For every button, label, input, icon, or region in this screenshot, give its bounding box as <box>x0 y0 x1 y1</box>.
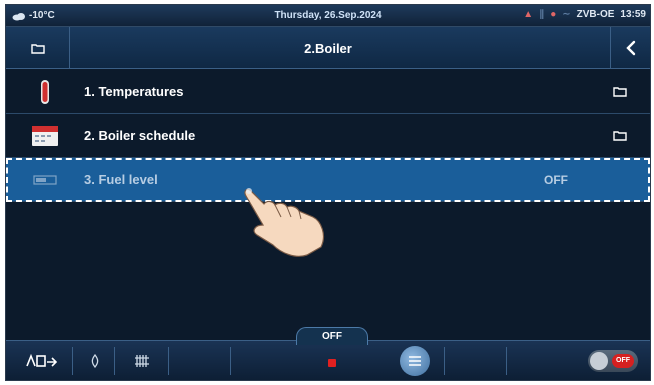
power-toggle[interactable]: OFF <box>588 350 638 372</box>
device-name: ZVB-OE <box>576 9 615 20</box>
folder-icon <box>30 43 45 54</box>
fuel-level-icon <box>33 174 57 185</box>
menu-list: 1. Temperatures 2. Boiler schedule 3. Fu… <box>6 70 650 202</box>
signal-icon: ∥ <box>539 9 545 20</box>
menu-item-label: 2. Boiler schedule <box>84 128 196 143</box>
pump-icon: ● <box>550 9 557 20</box>
folder-button[interactable] <box>6 27 70 69</box>
calendar-icon <box>32 125 58 146</box>
radiator-icon <box>135 355 149 367</box>
chevron-left-icon <box>625 40 635 56</box>
radiator-button[interactable] <box>122 341 162 380</box>
title-bar: 2.Boiler <box>6 27 650 69</box>
flame-button[interactable] <box>80 341 110 380</box>
stop-indicator <box>328 359 336 367</box>
heating-mode-button[interactable] <box>18 341 66 380</box>
alarm-icon: ▲ <box>523 9 534 20</box>
toggle-state: OFF <box>612 354 634 368</box>
wave-icon: ∼ <box>562 9 571 20</box>
hamburger-icon <box>409 356 421 366</box>
toggle-knob <box>590 352 608 370</box>
tap-hand-icon <box>244 188 325 257</box>
fuel-level-value: OFF <box>544 172 568 187</box>
page-title: 2.Boiler <box>304 41 352 56</box>
status-bar: -10°C Thursday, 26.Sep.2024 ▲ ∥ ● ∼ ZVB-… <box>6 5 650 27</box>
thermometer-icon <box>41 79 49 104</box>
flame-icon <box>91 354 99 368</box>
menu-item-temperatures[interactable]: 1. Temperatures <box>6 70 650 114</box>
menu-item-label: 1. Temperatures <box>84 84 184 99</box>
controller-screen: -10°C Thursday, 26.Sep.2024 ▲ ∥ ● ∼ ZVB-… <box>5 4 651 381</box>
folder-icon <box>613 131 627 141</box>
menu-item-boiler-schedule[interactable]: 2. Boiler schedule <box>6 114 650 158</box>
off-tab[interactable]: OFF <box>296 327 368 345</box>
clock: 13:59 <box>620 9 646 20</box>
back-button[interactable] <box>610 27 650 69</box>
heating-mode-icon <box>26 354 58 367</box>
main-menu-button[interactable] <box>400 346 430 376</box>
folder-icon <box>613 87 627 97</box>
bottom-bar: OFF OFF <box>6 327 650 380</box>
